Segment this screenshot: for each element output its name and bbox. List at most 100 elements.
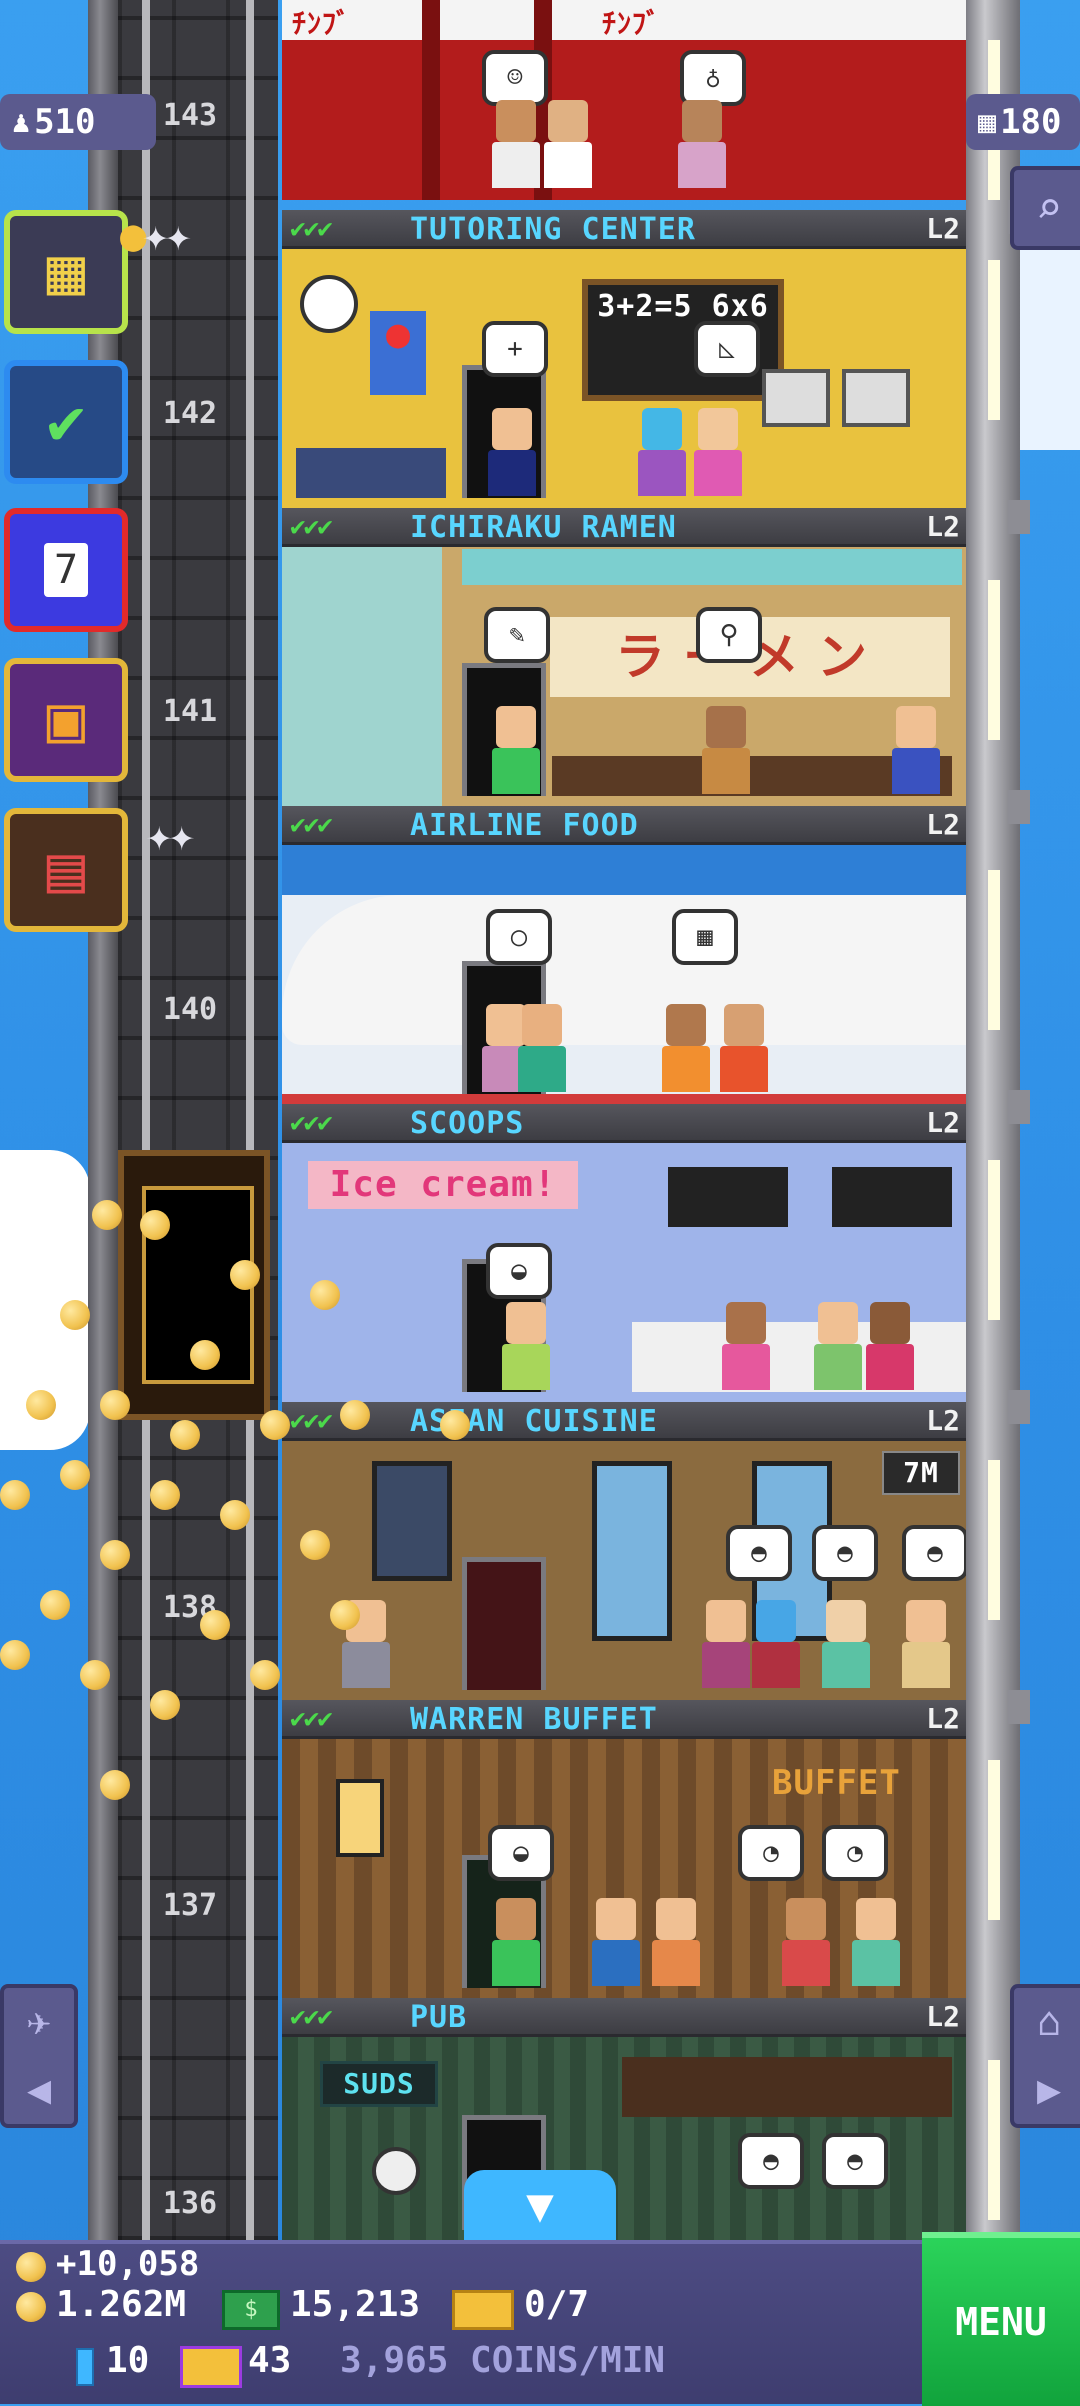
apple-poster: ●	[370, 311, 426, 395]
bitizen[interactable]	[814, 1302, 862, 1390]
floor-143[interactable]: ﾁﾝﾌﾞ ﾁﾝﾌﾞ ☺ ♁	[282, 0, 966, 200]
tickets-value: 0/7	[524, 2284, 590, 2325]
check-icon: ✔✔✔	[290, 1704, 333, 1734]
bitizen[interactable]	[492, 1898, 540, 1986]
floor-room: 7M ◓ ◓ ◓	[282, 1441, 966, 1700]
star-icon: ✦	[165, 210, 191, 261]
floor-title-bar: ✔✔✔ TUTORING CENTER L2	[282, 210, 966, 249]
bitizen[interactable]	[752, 1600, 800, 1688]
bux-value: 15,213	[290, 2284, 421, 2325]
vip-elevator-button[interactable]: ✈ ◀	[0, 1984, 78, 2128]
bitizen[interactable]	[638, 408, 686, 496]
floors-count: 180	[1000, 102, 1062, 142]
calendar-event-button[interactable]: 7	[4, 508, 128, 632]
floor-warren-buffet[interactable]: ✔✔✔ WARREN BUFFET L2 BUFFET ◒ ◔ ◔	[282, 1700, 966, 1998]
magnifier-icon: ⌕	[1035, 182, 1063, 234]
check-icon: ✔✔✔	[290, 512, 333, 542]
missions-button[interactable]: ✔	[4, 360, 128, 484]
floor-level: L2	[926, 1106, 960, 1139]
elevator-shaft-wall	[88, 0, 118, 2240]
bitizen[interactable]	[852, 1898, 900, 1986]
floor-room: SUDS ◓ ◓	[282, 2037, 966, 2240]
ticket-icon	[452, 2290, 514, 2330]
bitizen[interactable]	[902, 1600, 950, 1688]
desk	[296, 448, 446, 498]
floor-title-bar: ✔✔✔ ICHIRAKU RAMEN L2	[282, 508, 966, 547]
floor-number: 141	[162, 694, 218, 729]
lattice-window	[372, 1461, 452, 1581]
golden-tickets-value: 43	[248, 2340, 292, 2381]
computer	[762, 369, 830, 427]
bitizen[interactable]	[892, 706, 940, 794]
bitizen[interactable]	[518, 1004, 566, 1092]
bitizen[interactable]	[722, 1302, 770, 1390]
bitizen[interactable]	[492, 100, 540, 188]
bitizen[interactable]	[662, 1004, 710, 1092]
bar-shelf	[622, 2057, 952, 2117]
population-badge[interactable]: ♟ 510	[0, 94, 156, 150]
floor-tutoring-center[interactable]: ✔✔✔ TUTORING CENTER L2 ● 3+2=5 6x6 + ◺	[282, 210, 966, 508]
window	[988, 580, 1000, 740]
floor-number: 137	[162, 1888, 218, 1923]
window	[988, 1160, 1000, 1320]
floor-level: L2	[926, 1702, 960, 1735]
floor-title-bar: ✔✔✔ ASIAN CUISINE L2	[282, 1402, 966, 1441]
floor-name: TUTORING CENTER	[410, 212, 696, 247]
bitizen[interactable]	[652, 1898, 700, 1986]
building-icon: ▦	[46, 235, 86, 309]
lantern	[336, 1779, 384, 1857]
scroll-down-button[interactable]: ▼	[464, 2170, 616, 2240]
gift-button[interactable]: ▣	[4, 658, 128, 782]
speech-bubble: ◓	[812, 1525, 878, 1581]
floor-number: 136	[162, 2186, 218, 2221]
bitizen[interactable]	[720, 1004, 768, 1092]
bitizen[interactable]	[592, 1898, 640, 1986]
speech-bubble: ◓	[726, 1525, 792, 1581]
floor-level: L2	[926, 808, 960, 841]
check-icon: ✔✔✔	[290, 214, 333, 244]
menu-button[interactable]: MENU	[922, 2232, 1080, 2406]
ice-cream-sign: Ice cream!	[308, 1161, 578, 1209]
next-floor-button[interactable]: ⌂ ▶	[1010, 1984, 1080, 2128]
market-stall-button[interactable]: ▤	[4, 808, 128, 932]
floor-title-bar: ✔✔✔ WARREN BUFFET L2	[282, 1700, 966, 1739]
bitizen[interactable]	[544, 100, 592, 188]
floor-number: 142	[162, 396, 218, 431]
bitizen[interactable]	[702, 706, 750, 794]
menu-board	[668, 1167, 788, 1227]
coin-icon	[16, 2252, 46, 2282]
bitizen[interactable]	[492, 706, 540, 794]
floor-room: Ice cream! ◒	[282, 1143, 966, 1402]
tower-overview-button[interactable]: ▦	[4, 210, 128, 334]
chevron-down-icon: ▼	[526, 2178, 554, 2232]
speech-bubble: ◓	[822, 2133, 888, 2189]
floors-badge[interactable]: ▦ 180	[966, 94, 1080, 150]
arrow-right-icon: ▶	[1036, 2067, 1062, 2113]
bitizen[interactable]	[782, 1898, 830, 1986]
bitizen[interactable]	[694, 408, 742, 496]
bitizen[interactable]	[502, 1302, 550, 1390]
floor-pub[interactable]: ✔✔✔ PUB L2 SUDS ◓ ◓	[282, 1998, 966, 2240]
floor-level: L2	[926, 510, 960, 543]
bitizen[interactable]	[822, 1600, 870, 1688]
floor-ichiraku-ramen[interactable]: ✔✔✔ ICHIRAKU RAMEN L2 ラーメン ✎ ⚲	[282, 508, 966, 806]
window	[988, 1760, 1000, 1920]
speech-bubble: ◒	[488, 1825, 554, 1881]
floor-name: WARREN BUFFET	[410, 1702, 658, 1737]
floor-airline-food[interactable]: ✔✔✔ AIRLINE FOOD L2 ◯ ▦	[282, 806, 966, 1104]
home-icon: ⌂	[1036, 1999, 1062, 2045]
bitizen[interactable]	[678, 100, 726, 188]
lattice-window	[592, 1461, 672, 1641]
awning	[462, 549, 962, 585]
star-icon: ✦	[146, 810, 172, 861]
floor-scoops[interactable]: ✔✔✔ SCOOPS L2 Ice cream! ◒	[282, 1104, 966, 1402]
bottom-hud: +10,058 1.262M $ 15,213 0/7 10 43 3,965 …	[0, 2240, 1080, 2404]
bitizen[interactable]	[702, 1600, 750, 1688]
bitizen[interactable]	[866, 1302, 914, 1390]
floor-asian-cuisine[interactable]: ✔✔✔ ASIAN CUISINE L2 7M ◓ ◓ ◓	[282, 1402, 966, 1700]
speech-bubble: ◯	[486, 909, 552, 965]
search-button[interactable]: ⌕	[1010, 166, 1080, 250]
window	[988, 260, 1000, 420]
floor-name: PUB	[410, 2000, 468, 2035]
bitizen[interactable]	[488, 408, 536, 496]
